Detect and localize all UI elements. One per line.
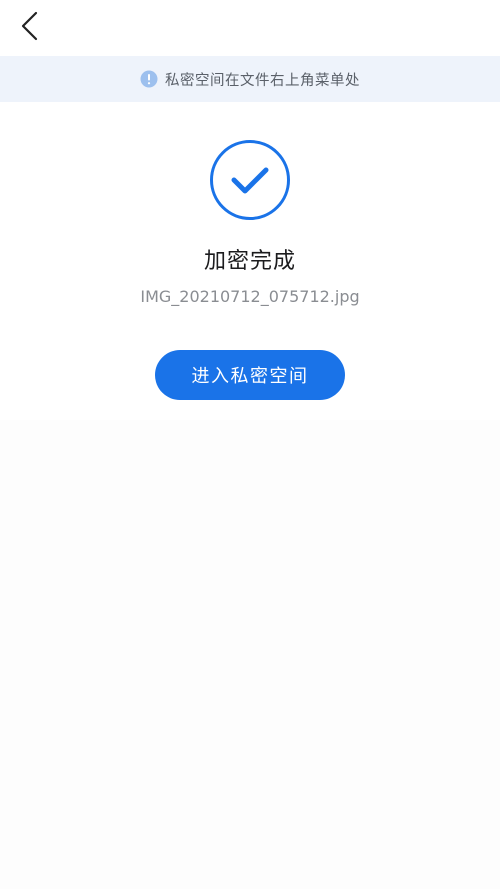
enter-private-space-button[interactable]: 进入私密空间 — [155, 350, 345, 400]
status-title: 加密完成 — [203, 249, 296, 274]
chevron-left-icon — [21, 11, 38, 41]
encryption-complete-screen: 私密空间在文件右上角菜单处 加密完成 IMG_20210712_075712.j… — [0, 0, 500, 889]
banner-text: 私密空间在文件右上角菜单处 — [165, 72, 360, 89]
info-icon — [140, 70, 158, 88]
file-name: IMG_20210712_075712.jpg — [140, 287, 360, 306]
info-banner: 私密空间在文件右上角菜单处 — [0, 56, 500, 102]
back-button[interactable] — [10, 6, 50, 46]
check-circle-icon — [210, 140, 290, 220]
